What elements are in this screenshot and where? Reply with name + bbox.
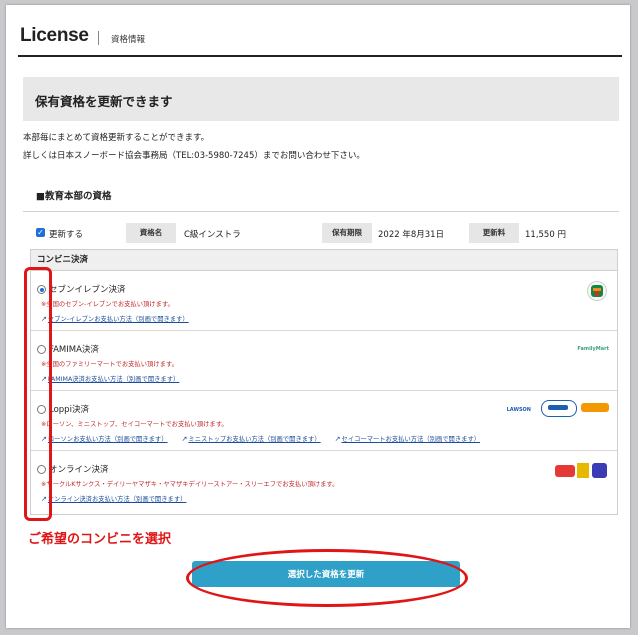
- update-label: 更新する: [49, 230, 84, 240]
- payment-guide-link[interactable]: ローソンお支払い方法（別画で開きます）: [48, 436, 168, 443]
- header-separator: [98, 31, 99, 45]
- header-subtitle: 資格情報: [111, 35, 146, 45]
- three-f-logo-icon: [592, 463, 607, 478]
- payment-option-loppi[interactable]: Loppi決済 ※ローソン、ミニストップ、セイコーマートでお支払い頂けます。 ↗…: [31, 391, 617, 451]
- checkbox-checked-icon[interactable]: ✓: [36, 228, 45, 237]
- intro-line-1: 本部毎にまとめて資格更新することができます。: [23, 133, 210, 143]
- option-name: セブンイレブン決済: [49, 285, 126, 295]
- section-title: ■教育本部の資格: [36, 191, 112, 202]
- annotation-text: ご希望のコンビニを選択: [28, 532, 172, 547]
- seven-eleven-logo-icon: [587, 281, 607, 301]
- brand-title: License: [20, 25, 89, 46]
- konbini-heading: コンビニ決済: [31, 250, 617, 271]
- option-links: ↗オンライン決済お支払い方法（別画で開きます）: [41, 494, 200, 503]
- expiry-value: 2022 年8月31日: [378, 230, 445, 240]
- option-name: Loppi決済: [49, 405, 89, 415]
- button-highlight-annotation: [186, 549, 468, 607]
- radio-highlight-annotation: [24, 267, 52, 521]
- payment-guide-link[interactable]: FAMIMA決済お支払い方法（別画で開きます）: [48, 376, 179, 383]
- payment-option-seven-eleven[interactable]: セブンイレブン決済 ※全国のセブン-イレブンでお支払い頂けます。 ↗セブン-イレ…: [31, 271, 617, 331]
- page-header: License 資格情報: [18, 25, 622, 57]
- page-frame: License 資格情報 保有資格を更新できます 本部毎にまとめて資格更新するこ…: [6, 5, 630, 628]
- option-name: FAMIMA決済: [49, 345, 99, 355]
- daily-yamazaki-logo-icon: [577, 463, 589, 478]
- payment-option-famima[interactable]: FAMIMA決済 ※全国のファミリーマートでお支払い頂けます。 ↗FAMIMA決…: [31, 331, 617, 391]
- option-links: ↗セブン-イレブンお支払い方法（別画で開きます）: [41, 314, 203, 323]
- option-note: ※サークルKサンクス・デイリーヤマザキ・ヤマザキデイリーストアー・スリーエフでお…: [41, 481, 339, 488]
- option-links: ↗FAMIMA決済お支払い方法（別画で開きます）: [41, 374, 193, 383]
- external-link-icon: ↗: [334, 435, 341, 443]
- ministop-logo-icon: [541, 400, 577, 417]
- qualification-row: ✓ 更新する 資格名 C級インストラ 保有期限 2022 年8月31日 更新料 …: [23, 218, 619, 248]
- banner-title: 保有資格を更新できます: [35, 94, 173, 109]
- option-note: ※ローソン、ミニストップ、セイコーマートでお支払い頂けます。: [41, 421, 228, 428]
- lawson-logo-icon: LAWSON: [506, 407, 531, 413]
- expiry-label: 保有期限: [322, 223, 372, 243]
- option-note: ※全国のセブン-イレブンでお支払い頂けます。: [41, 301, 174, 308]
- fee-value: 11,550 円: [525, 230, 566, 240]
- familymart-logo-icon: FamilyMart: [577, 346, 609, 352]
- fee-label: 更新料: [469, 223, 519, 243]
- payment-guide-link[interactable]: オンライン決済お支払い方法（別画で開きます）: [48, 496, 187, 503]
- payment-guide-link[interactable]: セイコーマートお支払い方法（別画で開きます）: [342, 436, 481, 443]
- seicomart-logo-icon: [581, 403, 609, 412]
- section-divider: [23, 211, 619, 212]
- external-link-icon: ↗: [181, 435, 188, 443]
- circle-k-logo-icon: [555, 465, 575, 477]
- qualification-name-value: C級インストラ: [184, 230, 241, 240]
- konbini-payment-panel: コンビニ決済 セブンイレブン決済 ※全国のセブン-イレブンでお支払い頂けます。 …: [30, 249, 618, 515]
- option-name: オンライン決済: [49, 465, 109, 475]
- qualification-name-label: 資格名: [126, 223, 176, 243]
- payment-guide-link[interactable]: セブン-イレブンお支払い方法（別画で開きます）: [48, 316, 189, 323]
- update-banner: 保有資格を更新できます: [23, 77, 619, 121]
- intro-line-2: 詳しくは日本スノーボード協会事務局（TEL:03-5980-7245）までお問い…: [23, 151, 365, 161]
- option-links: ↗ローソンお支払い方法（別画で開きます） ↗ミニストップお支払い方法（別画で開きま…: [41, 434, 494, 443]
- payment-guide-link[interactable]: ミニストップお支払い方法（別画で開きます）: [188, 436, 320, 443]
- payment-option-online[interactable]: オンライン決済 ※サークルKサンクス・デイリーヤマザキ・ヤマザキデイリーストアー…: [31, 451, 617, 510]
- option-note: ※全国のファミリーマートでお支払い頂けます。: [41, 361, 178, 368]
